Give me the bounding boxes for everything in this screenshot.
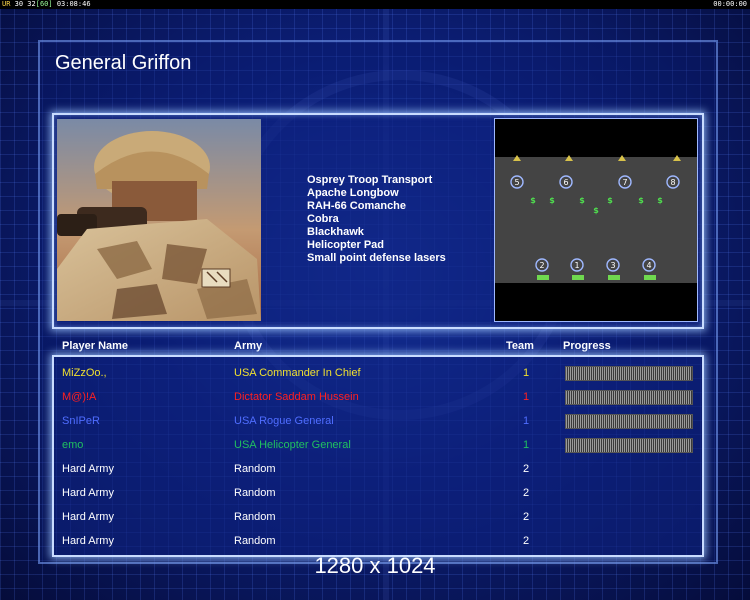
load-progress-bar: [565, 414, 693, 429]
player-army: USA Rogue General: [234, 415, 334, 427]
start-position-marker: 6: [563, 178, 568, 187]
player-name: emo: [62, 439, 84, 451]
player-name: M@)!A: [62, 391, 97, 403]
start-position-marker: 2: [539, 261, 544, 270]
player-team: 2: [523, 463, 530, 475]
unit-item: Cobra: [307, 213, 339, 225]
player-name: Hard Army: [62, 463, 114, 475]
unit-item: Small point defense lasers: [307, 252, 446, 264]
hud-fps: [60]: [35, 0, 53, 8]
player-team: 1: [523, 439, 530, 451]
load-progress-bar: [565, 390, 693, 405]
unit-item: RAH-66 Comanche: [307, 200, 407, 212]
unit-item: Apache Longbow: [307, 187, 399, 199]
supply-marker: $: [593, 206, 599, 215]
player-team: 2: [523, 535, 530, 547]
table-row: Hard Army Random 2: [0, 463, 750, 487]
table-row: MiZzOo., USA Commander In Chief 1: [0, 366, 750, 391]
unit-item: Blackhawk: [307, 226, 364, 238]
column-header-player: Player Name: [62, 340, 129, 352]
hud-ur-values: 30 32: [14, 0, 36, 8]
start-position-marker: 8: [670, 178, 675, 187]
hud-clock-right: 00:00:00: [713, 0, 747, 8]
table-row: emo USA Helicopter General 1: [0, 438, 750, 463]
table-row: M@)!A Dictator Saddam Hussein 1: [0, 390, 750, 415]
resolution-label: 1280 x 1024: [314, 553, 436, 578]
table-row: Hard Army Random 2: [0, 511, 750, 535]
load-progress-bar: [565, 438, 693, 453]
player-team: 2: [523, 487, 530, 499]
player-army: Random: [234, 463, 276, 475]
debug-hud-bar: UR 30 32[60] 03:08:46 00:00:00: [0, 0, 750, 9]
column-header-army: Army: [234, 340, 263, 352]
column-header-progress: Progress: [563, 340, 611, 352]
player-name: MiZzOo.,: [62, 367, 107, 379]
start-position-marker: 5: [514, 178, 519, 187]
player-army: Random: [234, 487, 276, 499]
supply-marker: $: [638, 196, 644, 205]
player-name: Hard Army: [62, 511, 114, 523]
player-name: Hard Army: [62, 535, 114, 547]
hud-ur-label: UR: [2, 0, 11, 8]
unit-item: Osprey Troop Transport: [307, 174, 433, 186]
player-team: 1: [523, 367, 530, 379]
hud-left: UR 30 32[60] 03:08:46: [2, 0, 91, 9]
player-army: Random: [234, 511, 276, 523]
unit-item: Helicopter Pad: [307, 239, 385, 251]
general-portrait: [57, 119, 261, 321]
player-army: USA Helicopter General: [234, 439, 351, 451]
hud-clock-left: 03:08:46: [56, 0, 91, 8]
player-name: Hard Army: [62, 487, 114, 499]
supply-marker: $: [579, 196, 585, 205]
start-position-marker: 4: [646, 261, 651, 270]
table-row: Hard Army Random 2: [0, 487, 750, 511]
player-army: Random: [234, 535, 276, 547]
minimap: 5 6 7 8 2 1 3 4 $ $ $ $ $ $ $: [494, 118, 698, 322]
general-units-list: Osprey Troop Transport Apache Longbow RA…: [307, 174, 487, 265]
player-team: 2: [523, 511, 530, 523]
table-row: SnIPeR USA Rogue General 1: [0, 414, 750, 439]
load-progress-bar: [565, 366, 693, 381]
player-team: 1: [523, 391, 530, 403]
player-name: SnIPeR: [62, 415, 100, 427]
column-header-team: Team: [506, 340, 534, 352]
player-army: Dictator Saddam Hussein: [234, 391, 359, 403]
start-position-marker: 3: [610, 261, 615, 270]
supply-marker: $: [657, 196, 663, 205]
player-team: 1: [523, 415, 530, 427]
supply-marker: $: [530, 196, 536, 205]
start-position-marker: 7: [622, 178, 627, 187]
supply-marker: $: [549, 196, 555, 205]
supply-marker: $: [607, 196, 613, 205]
start-position-marker: 1: [574, 261, 579, 270]
general-title: General Griffon: [55, 52, 192, 74]
player-army: USA Commander In Chief: [234, 367, 361, 379]
